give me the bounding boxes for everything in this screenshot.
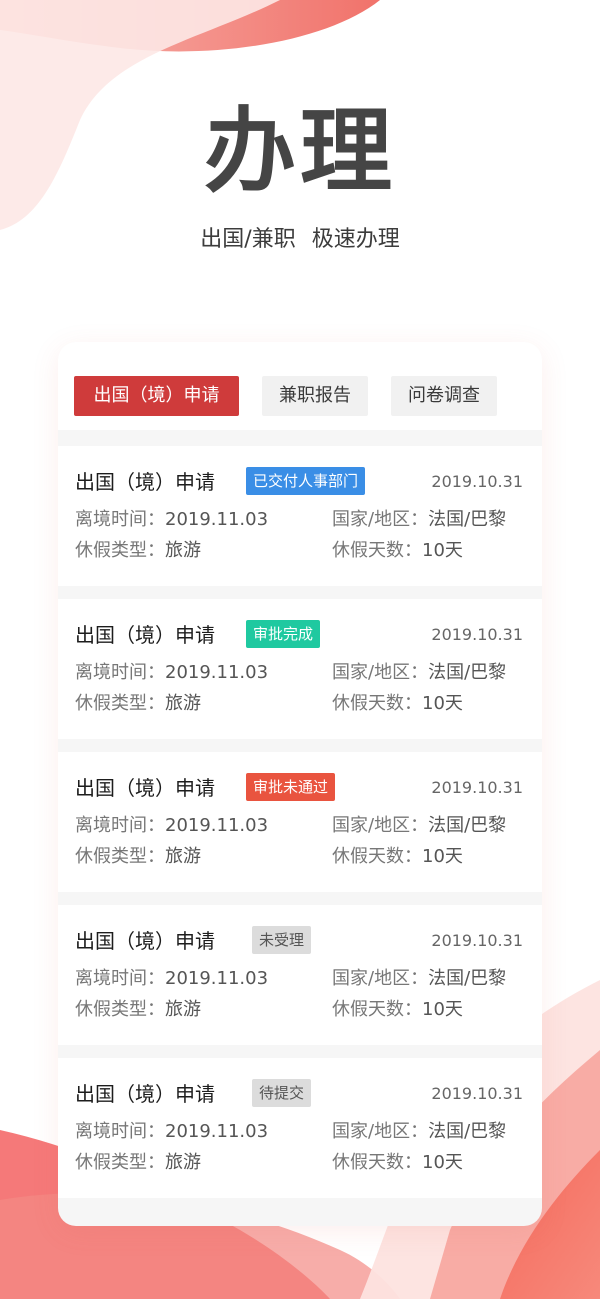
record-date: 2019.10.31 (431, 472, 523, 491)
tab-overseas-application[interactable]: 出国（境）申请 (74, 376, 239, 416)
leave-type: 休假类型：旅游 (75, 997, 201, 1023)
record-date: 2019.10.31 (431, 931, 523, 950)
country-region-value: 法国/巴黎 (428, 662, 507, 683)
leave-type-label: 休假类型： (75, 540, 165, 561)
leave-type-value: 旅游 (165, 540, 201, 561)
country-region-label: 国家/地区： (332, 509, 429, 530)
country-region-value: 法国/巴黎 (428, 509, 507, 530)
leave-days-value: 10天 (422, 1152, 463, 1173)
record-date: 2019.10.31 (431, 625, 523, 644)
country-region-label: 国家/地区： (332, 815, 429, 836)
leave-days-label: 休假天数： (332, 540, 422, 561)
leave-days: 休假天数：10天 (332, 844, 463, 870)
record-card[interactable]: 出国（境）申请 审批未通过 2019.10.31 离境时间：2019.11.03… (58, 752, 542, 892)
country-region-label: 国家/地区： (332, 662, 429, 683)
leave-type: 休假类型：旅游 (75, 538, 201, 564)
departure-time-label: 离境时间： (75, 968, 165, 989)
departure-time-value: 2019.11.03 (165, 509, 269, 530)
country-region-value: 法国/巴黎 (428, 815, 507, 836)
country-region: 国家/地区：法国/巴黎 (332, 660, 506, 686)
hero-subtitle-part1: 出国/兼职 (200, 227, 296, 252)
departure-time-label: 离境时间： (75, 815, 165, 836)
record-card[interactable]: 出国（境）申请 已交付人事部门 2019.10.31 离境时间：2019.11.… (58, 446, 542, 586)
status-badge: 未受理 (252, 926, 312, 954)
leave-days: 休假天数：10天 (332, 997, 463, 1023)
leave-days: 休假天数：10天 (332, 1150, 463, 1176)
country-region: 国家/地区：法国/巴黎 (332, 966, 506, 992)
leave-type: 休假类型：旅游 (75, 1150, 201, 1176)
leave-days-label: 休假天数： (332, 999, 422, 1020)
departure-time-label: 离境时间： (75, 1121, 165, 1142)
tab-questionnaire[interactable]: 问卷调查 (391, 376, 497, 416)
leave-type-label: 休假类型： (75, 693, 165, 714)
leave-type-label: 休假类型： (75, 1152, 165, 1173)
status-badge: 已交付人事部门 (246, 467, 366, 495)
tab-part-time-report[interactable]: 兼职报告 (262, 376, 368, 416)
record-title: 出国（境）申请 (75, 776, 215, 800)
leave-days: 休假天数：10天 (332, 691, 463, 717)
record-date: 2019.10.31 (431, 1084, 523, 1103)
leave-type-label: 休假类型： (75, 846, 165, 867)
hero-subtitle-part2: 极速办理 (311, 227, 400, 252)
status-badge: 待提交 (252, 1079, 312, 1107)
leave-days-value: 10天 (422, 540, 463, 561)
country-region: 国家/地区：法国/巴黎 (332, 813, 506, 839)
hero-title: 办理 (203, 98, 396, 205)
departure-time-value: 2019.11.03 (165, 662, 269, 683)
departure-time: 离境时间：2019.11.03 (75, 813, 268, 839)
leave-type-value: 旅游 (165, 1152, 201, 1173)
leave-type-value: 旅游 (165, 693, 201, 714)
leave-type-value: 旅游 (165, 999, 201, 1020)
application-panel: 出国（境）申请 兼职报告 问卷调查 出国（境）申请 已交付人事部门 2019.1… (58, 342, 542, 1226)
tab-bar: 出国（境）申请 兼职报告 问卷调查 (58, 342, 542, 430)
departure-time-value: 2019.11.03 (165, 968, 269, 989)
departure-time: 离境时间：2019.11.03 (75, 966, 268, 992)
leave-days-value: 10天 (422, 693, 463, 714)
leave-days-value: 10天 (422, 846, 463, 867)
country-region-label: 国家/地区： (332, 1121, 429, 1142)
record-title: 出国（境）申请 (75, 623, 215, 647)
departure-time-label: 离境时间： (75, 509, 165, 530)
leave-type-value: 旅游 (165, 846, 201, 867)
departure-time-value: 2019.11.03 (165, 1121, 269, 1142)
departure-time: 离境时间：2019.11.03 (75, 507, 268, 533)
leave-days-value: 10天 (422, 999, 463, 1020)
leave-type: 休假类型：旅游 (75, 691, 201, 717)
record-title: 出国（境）申请 (75, 470, 215, 494)
hero-subtitle: 出国/兼职 极速办理 (0, 224, 600, 256)
status-badge: 审批未通过 (246, 773, 336, 801)
departure-time: 离境时间：2019.11.03 (75, 660, 268, 686)
record-date: 2019.10.31 (431, 778, 523, 797)
country-region-value: 法国/巴黎 (428, 968, 507, 989)
leave-days-label: 休假天数： (332, 846, 422, 867)
record-card[interactable]: 出国（境）申请 未受理 2019.10.31 离境时间：2019.11.03 休… (58, 905, 542, 1045)
record-title: 出国（境）申请 (75, 1082, 215, 1106)
departure-time-value: 2019.11.03 (165, 815, 269, 836)
leave-days: 休假天数：10天 (332, 538, 463, 564)
record-title: 出国（境）申请 (75, 929, 215, 953)
leave-type: 休假类型：旅游 (75, 844, 201, 870)
country-region: 国家/地区：法国/巴黎 (332, 507, 506, 533)
departure-time-label: 离境时间： (75, 662, 165, 683)
leave-type-label: 休假类型： (75, 999, 165, 1020)
country-region-label: 国家/地区： (332, 968, 429, 989)
record-card[interactable]: 出国（境）申请 待提交 2019.10.31 离境时间：2019.11.03 休… (58, 1058, 542, 1198)
record-card[interactable]: 出国（境）申请 审批完成 2019.10.31 离境时间：2019.11.03 … (58, 599, 542, 739)
leave-days-label: 休假天数： (332, 1152, 422, 1173)
country-region-value: 法国/巴黎 (428, 1121, 507, 1142)
country-region: 国家/地区：法国/巴黎 (332, 1119, 506, 1145)
status-badge: 审批完成 (246, 620, 321, 648)
departure-time: 离境时间：2019.11.03 (75, 1119, 268, 1145)
leave-days-label: 休假天数： (332, 693, 422, 714)
